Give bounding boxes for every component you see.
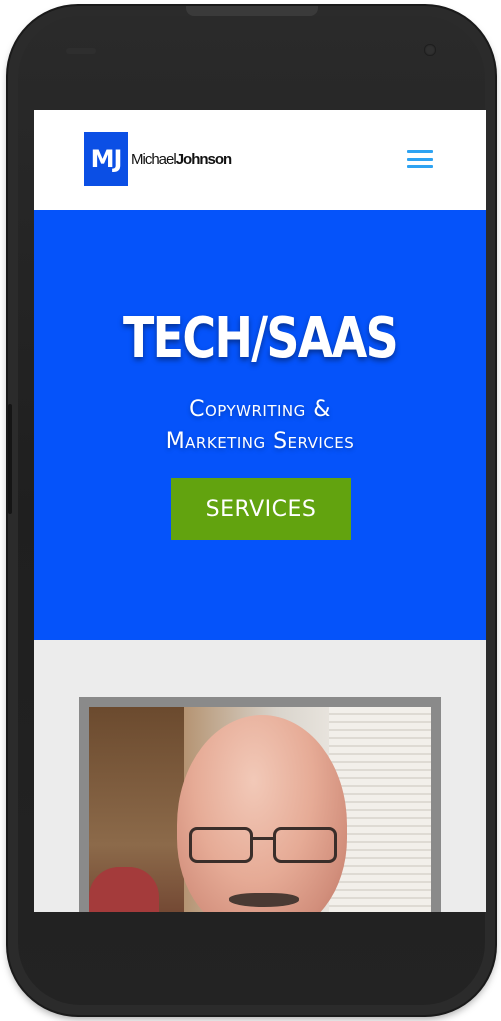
hero-subtitle: Copywriting & Marketing Services — [34, 394, 486, 458]
services-button[interactable]: SERVICES — [171, 478, 351, 540]
photo-glasses — [189, 827, 339, 863]
logo-first-name: Michael — [131, 150, 177, 168]
logo-last-name: Johnson — [175, 150, 232, 168]
phone-side-button — [8, 404, 12, 514]
site-header: MJ MichaelJohnson — [34, 110, 486, 210]
photo-chair — [89, 867, 159, 912]
hamburger-menu-icon[interactable] — [407, 150, 433, 168]
menu-line — [407, 157, 433, 161]
profile-photo-frame — [79, 697, 441, 912]
profile-photo — [89, 707, 431, 912]
photo-mustache — [229, 893, 299, 907]
about-section — [34, 640, 486, 912]
logo-mark: MJ — [84, 132, 128, 186]
front-camera-icon — [424, 44, 436, 56]
menu-line — [407, 165, 433, 168]
hero-subtitle-line: Copywriting & — [189, 397, 331, 422]
logo-wordmark: MichaelJohnson — [131, 150, 232, 168]
photo-portrait-head — [177, 715, 347, 912]
hero-section: TECH/SAAS Copywriting & Marketing Servic… — [34, 210, 486, 640]
hero-subtitle-line: Marketing Services — [165, 429, 355, 454]
website-screen: MJ MichaelJohnson TECH/SAAS Copywriting … — [34, 110, 486, 912]
phone-sensor — [66, 48, 96, 54]
hero-title: TECH/SAAS — [122, 306, 399, 371]
site-logo[interactable]: MJ MichaelJohnson — [84, 132, 232, 186]
menu-line — [407, 150, 433, 153]
phone-speaker — [186, 6, 318, 16]
